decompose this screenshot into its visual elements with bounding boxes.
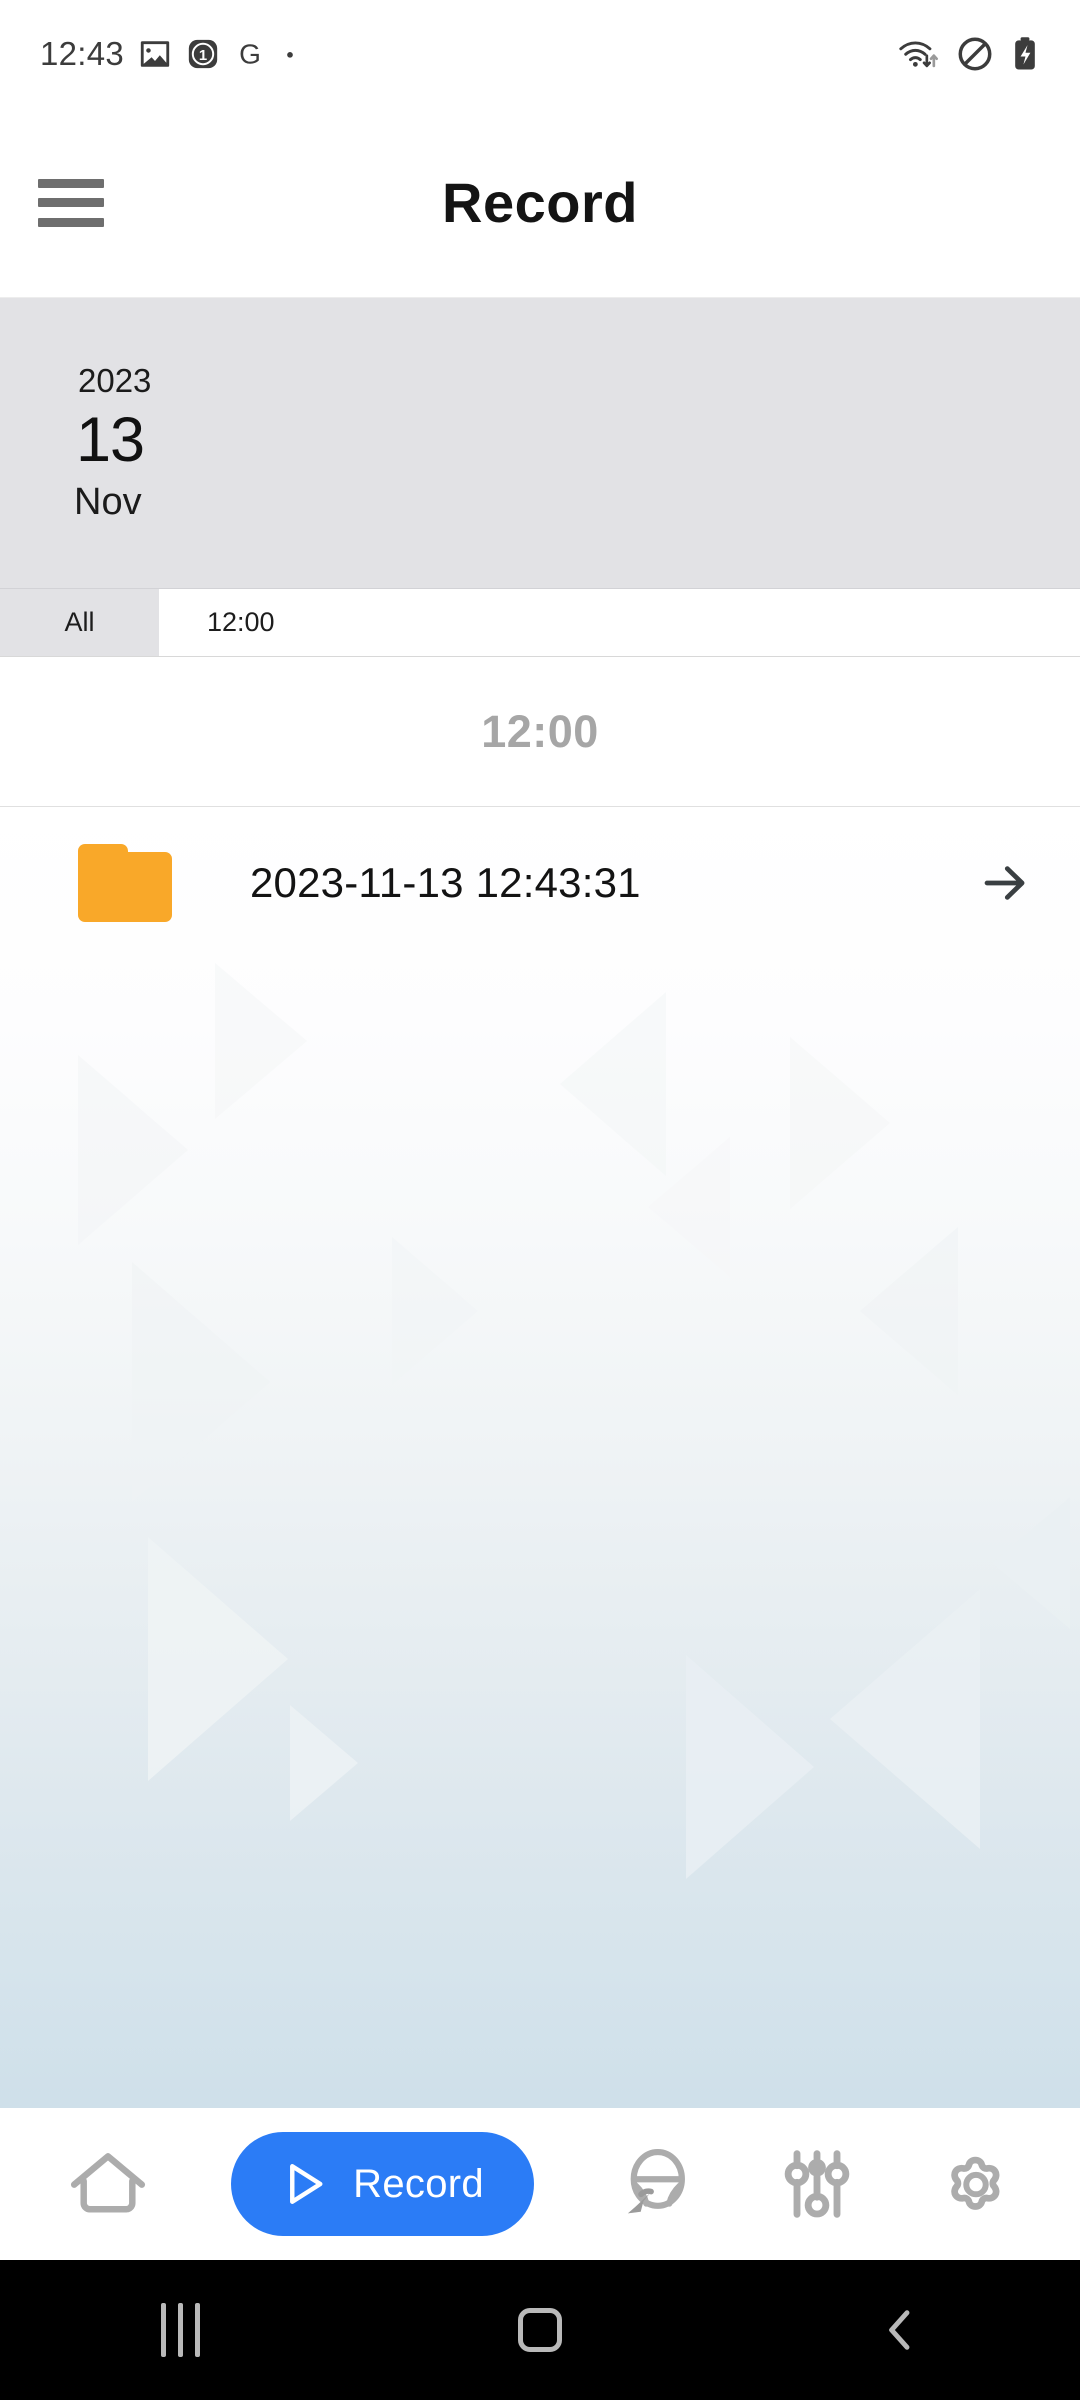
nav-item-driving[interactable] [613,2108,697,2260]
list-item[interactable]: 2023-11-13 12:43:31 [0,807,1080,959]
status-bar-right [898,35,1040,73]
watermark-triangle [830,1589,980,1849]
notification-count-badge: 1 [188,39,218,69]
svg-text:G: G [239,38,261,69]
arrow-right-icon[interactable] [978,856,1032,910]
nav-item-home[interactable] [64,2108,152,2260]
status-bar: 12:43 1 G [0,0,1080,108]
page-title: Record [442,171,638,234]
recent-apps-bars [160,2303,200,2357]
gear-icon [951,2156,1000,2210]
recents-bar [177,2303,183,2357]
watermark-triangle [148,1537,288,1781]
tab-strip: All 12:00 [0,589,1080,657]
watermark-triangle [290,1705,358,1821]
watermark-triangle [392,1237,478,1385]
nav-item-tuning[interactable] [777,2108,857,2260]
home-square-shape [518,2308,562,2352]
watermark-triangle [78,1055,188,1245]
hamburger-line [38,217,104,227]
watermark-triangle [992,1497,1070,1629]
group-header-label: 12:00 [481,705,599,757]
back-chevron-icon[interactable] [790,2260,1010,2400]
list-item-label: 2023-11-13 12:43:31 [250,859,641,906]
hamburger-line [38,198,104,207]
hamburger-menu-icon[interactable] [38,178,104,227]
phone-screen: 12:43 1 G Record 2023 13 Nov All 12:00 1… [0,0,1080,2400]
tab-1200[interactable]: 12:00 [159,589,323,656]
battery-charging-icon [1015,37,1035,70]
android-system-nav [0,2260,1080,2400]
dot-icon [287,52,293,58]
group-header: 12:00 [0,657,1080,807]
date-month: Nov [74,480,142,523]
date-day: 13 [76,405,145,476]
recents-bar [160,2303,166,2357]
status-bar-left: 12:43 1 G [40,35,300,73]
watermark-triangle [132,1262,270,1502]
do-not-disturb-icon [958,37,992,71]
hamburger-line [38,178,104,188]
wifi-transfer-icon [899,41,938,68]
watermark-triangle [648,1137,730,1277]
home-icon [70,2153,145,2213]
play-triangle-icon [290,2164,323,2204]
watermark-triangle [686,1655,814,1879]
folder-icon [78,844,172,922]
date-card[interactable]: 2023 13 Nov [0,298,1080,589]
watermark-triangle [215,963,307,1119]
steering-wheel-icon [628,2148,686,2214]
nav-item-settings[interactable] [936,2108,1016,2260]
svg-text:1: 1 [199,48,207,64]
app-header: Record [0,108,1080,298]
google-g-icon: G [239,38,261,69]
recent-apps-icon[interactable] [70,2260,290,2400]
content-area: 2023-11-13 12:43:31 [0,807,1080,2150]
date-year: 2023 [78,361,152,399]
watermark-triangle [790,1037,890,1209]
status-bar-clock: 12:43 [40,35,125,72]
folder-body [78,852,172,922]
recents-bar [194,2303,200,2357]
home-square-icon[interactable] [430,2260,650,2400]
nav-item-record-label: Record [353,2161,484,2206]
sliders-icon [784,2150,850,2218]
image-icon [140,41,170,67]
bottom-navigation-bar: Record [0,2108,1080,2260]
nav-item-record[interactable]: Record [231,2132,534,2236]
tab-all[interactable]: All [0,589,159,656]
watermark-triangle [860,1227,958,1395]
